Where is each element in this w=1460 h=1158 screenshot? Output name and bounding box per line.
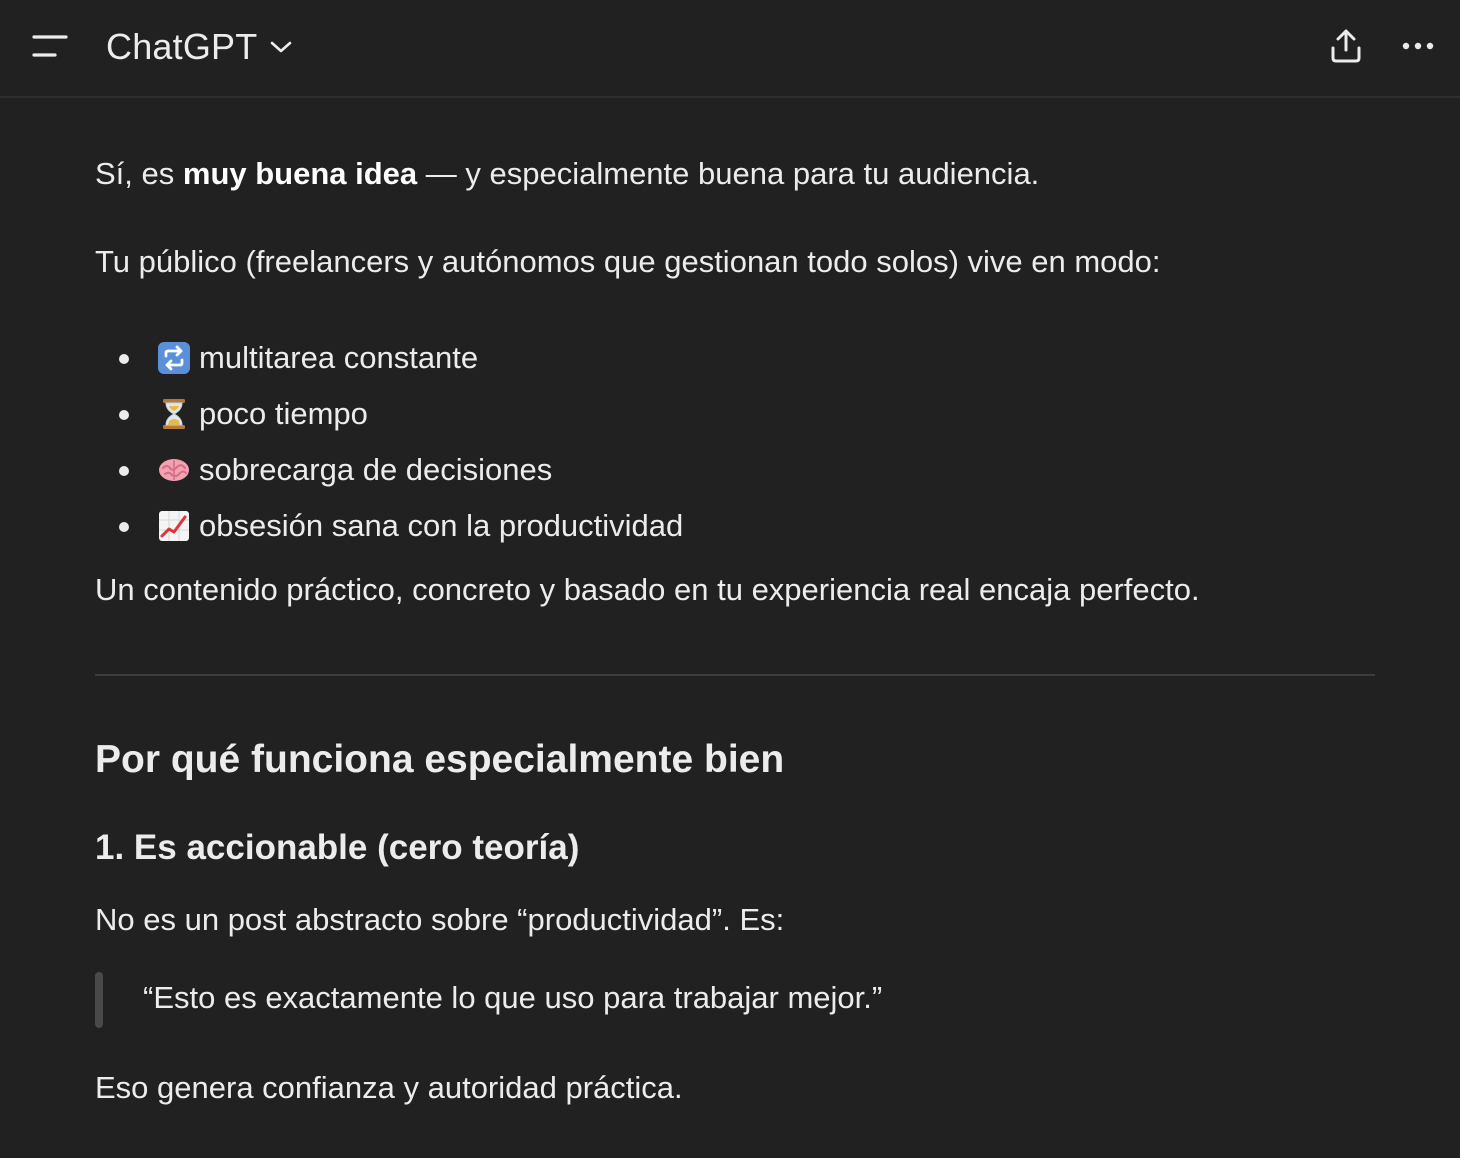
intro-prefix: Sí, es	[95, 156, 183, 191]
chevron-down-icon	[269, 39, 293, 55]
model-selector[interactable]: ChatGPT	[106, 20, 293, 74]
top-bar: ChatGPT	[0, 0, 1460, 98]
quote-text: “Esto es exactamente lo que uso para tra…	[143, 980, 883, 1015]
share-button[interactable]	[1320, 20, 1372, 72]
bullet-dot	[119, 354, 129, 364]
bullet-text: poco tiempo	[199, 396, 368, 431]
subheading-body: No es un post abstracto sobre “productiv…	[95, 902, 785, 937]
intro-paragraph: Sí, es muy buena idea — y especialmente …	[95, 154, 1039, 194]
quote-bar	[95, 972, 103, 1028]
share-upload-icon	[1331, 29, 1361, 63]
repeat-icon	[157, 341, 191, 375]
bullet-text: sobrecarga de decisiones	[199, 452, 553, 487]
blockquote: “Esto es exactamente lo que uso para tra…	[95, 972, 1095, 1028]
bullet-text: obsesión sana con la productividad	[199, 508, 684, 543]
section-heading: Por qué funciona especialmente bien	[95, 738, 785, 781]
sidebar-menu-icon	[32, 35, 68, 57]
sidebar-menu-button[interactable]	[22, 22, 78, 70]
audience-paragraph: Tu público (freelancers y autónomos que …	[95, 244, 1161, 279]
section-divider	[95, 674, 1375, 676]
intro-bold: muy buena idea	[182, 156, 418, 191]
summary-paragraph: Un contenido práctico, concreto y basado…	[95, 572, 1200, 607]
hourglass-icon	[157, 397, 191, 431]
bullet-dot	[119, 410, 129, 420]
bullet-dot	[119, 522, 129, 532]
more-options-icon	[1402, 42, 1434, 50]
subheading: 1. Es accionable (cero teoría)	[95, 828, 580, 867]
brain-icon	[157, 453, 191, 487]
bullet-dot	[119, 466, 129, 476]
model-title: ChatGPT	[106, 26, 258, 67]
intro-suffix: — y especialmente buena para tu audienci…	[417, 156, 1040, 191]
more-options-button[interactable]	[1392, 20, 1444, 72]
chart-increasing-icon	[157, 509, 191, 543]
bullet-text: multitarea constante	[199, 340, 479, 375]
closing-paragraph: Eso genera confianza y autoridad práctic…	[95, 1070, 683, 1105]
